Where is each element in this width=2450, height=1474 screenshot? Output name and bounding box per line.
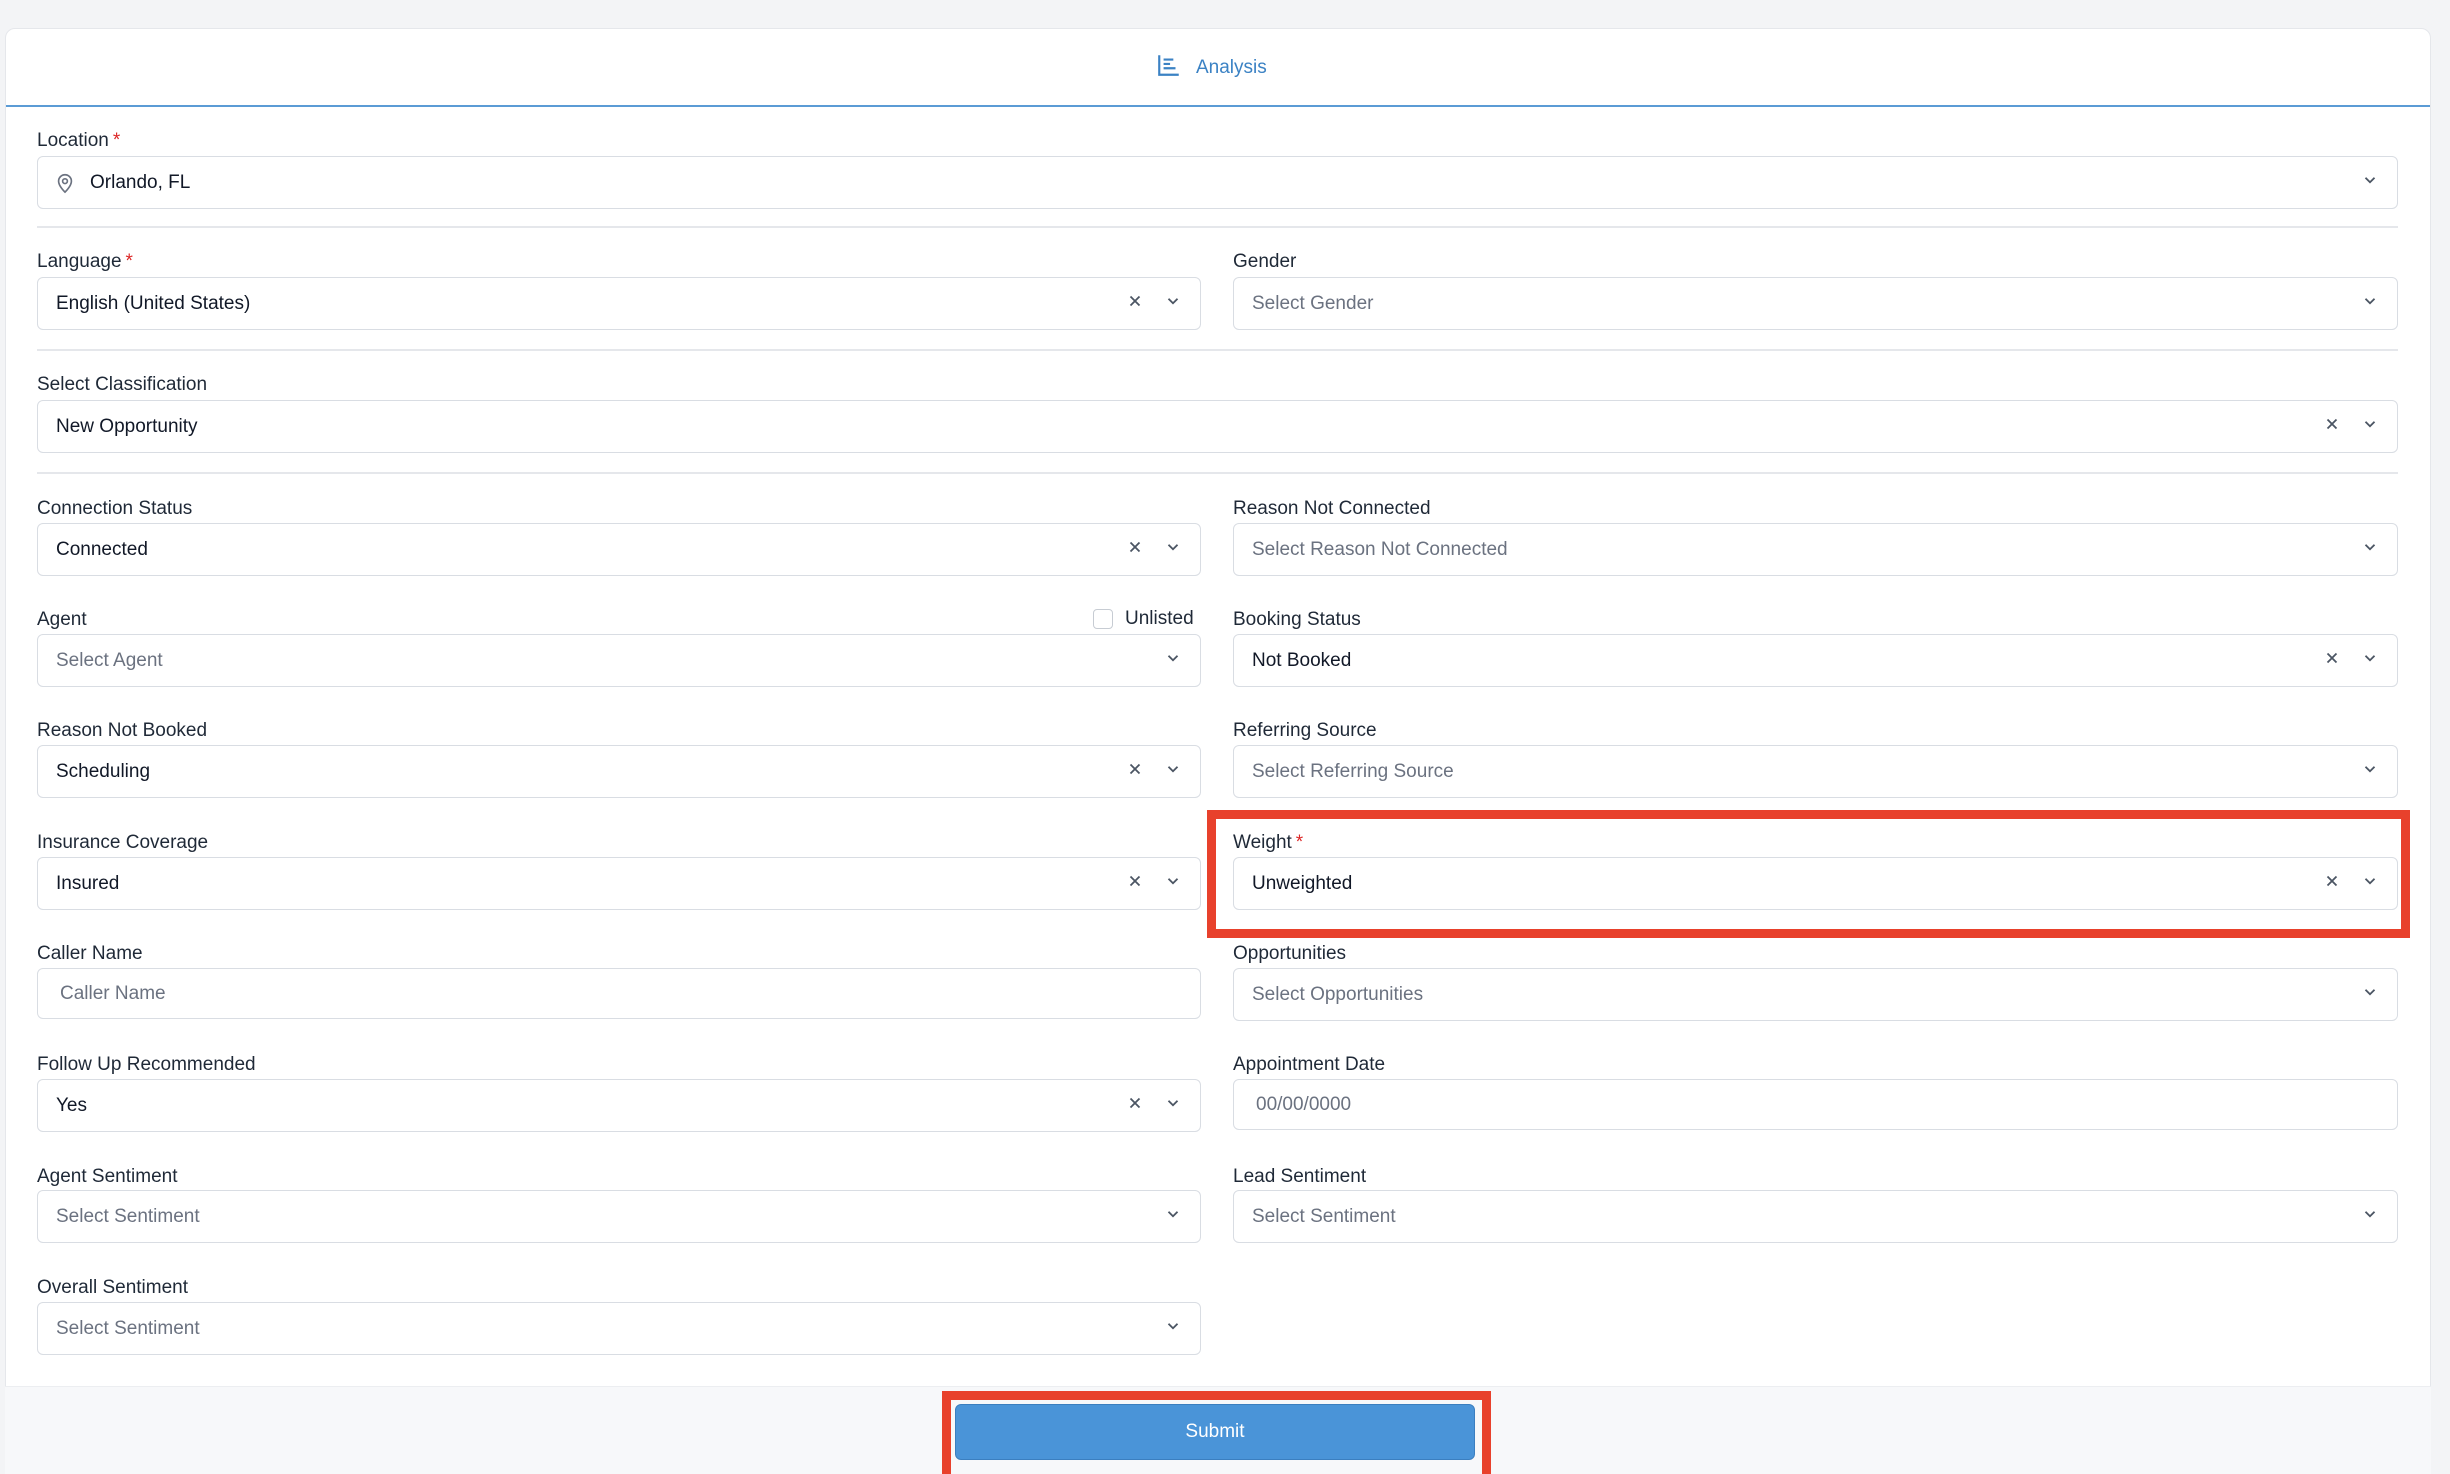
follow-up-value: Yes [56,1094,87,1116]
insurance-coverage-label: Insurance Coverage [37,832,209,853]
weight-value: Unweighted [1252,872,1353,894]
location-select[interactable]: Orlando, FL [37,156,2398,209]
follow-up-label: Follow Up Recommended [37,1054,256,1075]
opportunities-placeholder: Select Opportunities [1252,983,1424,1005]
appointment-date-label: Appointment Date [1233,1054,1386,1075]
referring-source-label: Referring Source [1233,720,1377,741]
connection-status-select[interactable]: Connected [37,523,1201,576]
clear-icon[interactable] [1126,760,1144,784]
chevron-down-icon[interactable] [1164,649,1182,673]
overall-sentiment-select[interactable]: Select Sentiment [37,1302,1201,1355]
lead-sentiment-select[interactable]: Select Sentiment [1233,1190,2398,1243]
map-pin-icon [54,170,76,196]
chevron-down-icon[interactable] [1164,1205,1182,1229]
chevron-down-icon[interactable] [1164,292,1182,316]
agent-sentiment-select[interactable]: Select Sentiment [37,1190,1201,1243]
caller-name-label: Caller Name [37,943,143,964]
location-label: Location * [37,130,121,151]
referring-source-placeholder: Select Referring Source [1252,760,1454,782]
appointment-date-input[interactable]: 00/00/0000 [1233,1079,2398,1130]
tab-bar: Analysis [6,29,2430,107]
reason-not-connected-placeholder: Select Reason Not Connected [1252,538,1508,560]
language-select[interactable]: English (United States) [37,277,1201,330]
classification-label: Select Classification [37,374,208,395]
chevron-down-icon[interactable] [1164,1094,1182,1118]
unlisted-label: Unlisted [1125,608,1194,629]
connection-status-value: Connected [56,538,148,560]
language-value: English (United States) [56,292,251,314]
chevron-down-icon[interactable] [2361,872,2379,896]
agent-sentiment-label: Agent Sentiment [37,1166,178,1187]
clear-icon[interactable] [1126,1094,1144,1118]
appointment-date-placeholder: 00/00/0000 [1256,1093,1352,1115]
clear-icon[interactable] [2323,872,2341,896]
chevron-down-icon[interactable] [2361,538,2379,562]
opportunities-label: Opportunities [1233,943,1347,964]
caller-name-input[interactable]: Caller Name [37,968,1201,1019]
opportunities-select[interactable]: Select Opportunities [1233,968,2398,1021]
weight-label: Weight * [1233,832,1304,853]
reason-not-booked-select[interactable]: Scheduling [37,745,1201,798]
referring-source-select[interactable]: Select Referring Source [1233,745,2398,798]
gender-label: Gender [1233,251,1297,272]
agent-placeholder: Select Agent [56,649,163,671]
checkbox-box[interactable] [1093,609,1113,629]
chevron-down-icon[interactable] [1164,538,1182,562]
booking-status-value: Not Booked [1252,649,1352,671]
weight-select[interactable]: Unweighted [1233,857,2398,910]
clear-icon[interactable] [1126,292,1144,316]
insurance-coverage-value: Insured [56,872,120,894]
reason-not-booked-value: Scheduling [56,760,151,782]
chevron-down-icon[interactable] [2361,415,2379,439]
agent-label: Agent [37,609,87,630]
chart-bar-icon [1156,52,1182,84]
chevron-down-icon[interactable] [2361,983,2379,1007]
agent-sentiment-placeholder: Select Sentiment [56,1205,200,1227]
divider [37,349,2398,351]
clear-icon[interactable] [1126,872,1144,896]
chevron-down-icon[interactable] [2361,649,2379,673]
location-value: Orlando, FL [90,171,191,193]
divider [37,472,2398,474]
gender-placeholder: Select Gender [1252,292,1374,314]
booking-status-label: Booking Status [1233,609,1361,630]
reason-not-booked-label: Reason Not Booked [37,720,208,741]
gender-select[interactable]: Select Gender [1233,277,2398,330]
lead-sentiment-label: Lead Sentiment [1233,1166,1367,1187]
chevron-down-icon[interactable] [2361,171,2379,195]
divider [37,226,2398,228]
overall-sentiment-placeholder: Select Sentiment [56,1317,200,1339]
clear-icon[interactable] [2323,649,2341,673]
caller-name-placeholder: Caller Name [60,982,166,1004]
tab-analysis[interactable]: Analysis [1156,51,1267,85]
reason-not-connected-select[interactable]: Select Reason Not Connected [1233,523,2398,576]
follow-up-select[interactable]: Yes [37,1079,1201,1132]
clear-icon[interactable] [2323,415,2341,439]
classification-select[interactable]: New Opportunity [37,400,2398,453]
clear-icon[interactable] [1126,538,1144,562]
chevron-down-icon[interactable] [1164,760,1182,784]
tab-analysis-label: Analysis [1196,57,1267,78]
agent-select[interactable]: Select Agent [37,634,1201,687]
chevron-down-icon[interactable] [2361,760,2379,784]
chevron-down-icon[interactable] [1164,1317,1182,1341]
connection-status-label: Connection Status [37,498,193,519]
lead-sentiment-placeholder: Select Sentiment [1252,1205,1396,1227]
classification-value: New Opportunity [56,415,198,437]
overall-sentiment-label: Overall Sentiment [37,1277,189,1298]
chevron-down-icon[interactable] [1164,872,1182,896]
reason-not-connected-label: Reason Not Connected [1233,498,1431,519]
chevron-down-icon[interactable] [2361,1205,2379,1229]
language-label: Language * [37,251,133,272]
chevron-down-icon[interactable] [2361,292,2379,316]
insurance-coverage-select[interactable]: Insured [37,857,1201,910]
booking-status-select[interactable]: Not Booked [1233,634,2398,687]
unlisted-checkbox[interactable]: Unlisted [1093,608,1194,630]
submit-button[interactable]: Submit [955,1404,1475,1460]
